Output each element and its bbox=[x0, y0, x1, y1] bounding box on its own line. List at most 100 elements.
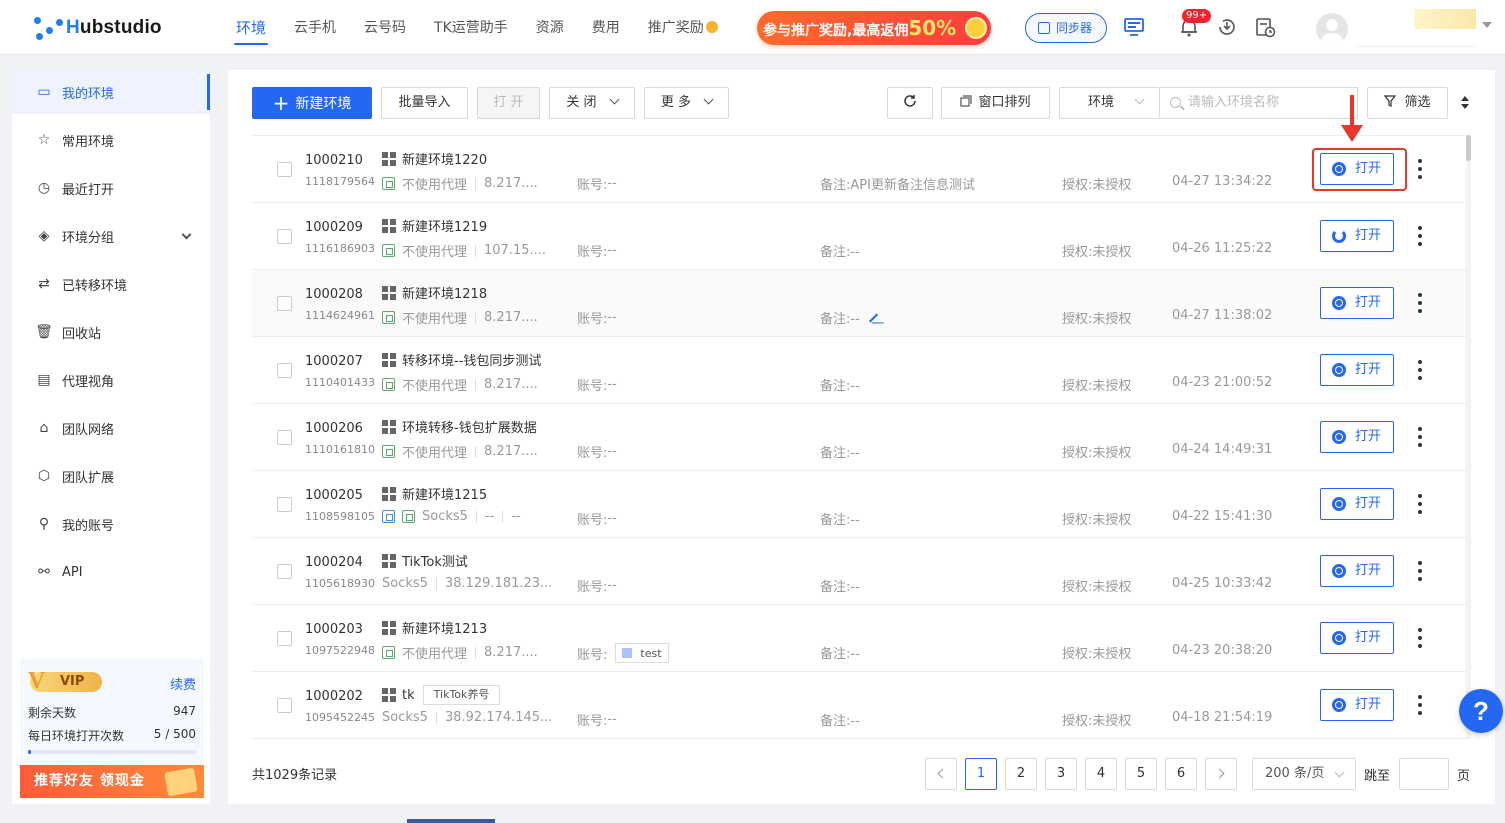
filter-button[interactable]: 筛选 bbox=[1367, 87, 1448, 119]
monitor-icon[interactable] bbox=[1123, 16, 1145, 38]
nav-tab-2[interactable]: 云号码 bbox=[350, 0, 420, 55]
list-scrollbar[interactable] bbox=[1466, 135, 1471, 739]
more-vertical-icon[interactable] bbox=[1418, 561, 1422, 581]
sidebar-item-3[interactable]: ◈ 环境分组 bbox=[12, 214, 210, 258]
more-vertical-icon[interactable] bbox=[1418, 226, 1422, 246]
env-name[interactable]: tk TikTok养号 bbox=[382, 685, 501, 705]
env-name-text: TikTok测试 bbox=[402, 555, 468, 570]
sidebar-item-8[interactable]: ⬡ 团队扩展 bbox=[12, 454, 210, 498]
search-input[interactable]: 请输入环境名称 bbox=[1160, 87, 1358, 119]
sidebar-item-1[interactable]: ☆ 常用环境 bbox=[12, 118, 210, 162]
sidebar-item-0[interactable]: ▭ 我的环境 bbox=[12, 70, 210, 114]
batch-import-button[interactable]: 批量导入 bbox=[381, 87, 468, 119]
more-vertical-icon[interactable] bbox=[1418, 360, 1422, 380]
account-tag[interactable]: test bbox=[615, 643, 669, 663]
user-avatar[interactable] bbox=[1316, 13, 1348, 45]
history-log-icon[interactable] bbox=[1254, 16, 1276, 38]
open-environment-button[interactable]: 打开 bbox=[1320, 287, 1394, 319]
open-selected-button[interactable]: 打 开 bbox=[477, 87, 540, 119]
row-checkbox[interactable] bbox=[277, 430, 292, 445]
env-name[interactable]: 环境转移-钱包扩展数据 bbox=[382, 417, 537, 436]
syncer-button[interactable]: 同步器 bbox=[1025, 13, 1107, 43]
env-name[interactable]: TikTok测试 bbox=[382, 551, 468, 570]
sidebar-item-9[interactable]: ⚲ 我的账号 bbox=[12, 502, 210, 546]
jump-page-input[interactable] bbox=[1399, 758, 1449, 790]
nav-tab-0[interactable]: 环境 bbox=[222, 0, 280, 55]
page-button-6[interactable]: 6 bbox=[1165, 758, 1197, 790]
row-checkbox[interactable] bbox=[277, 162, 292, 177]
user-name-redacted[interactable] bbox=[1414, 9, 1476, 29]
inbox-icon: ▭ bbox=[37, 84, 51, 100]
close-dropdown-button[interactable]: 关 闭 bbox=[549, 87, 635, 119]
open-environment-button[interactable]: 打开 bbox=[1320, 555, 1394, 587]
sidebar-item-4[interactable]: ⇄ 已转移环境 bbox=[12, 262, 210, 306]
env-name[interactable]: 新建环境1215 bbox=[382, 484, 487, 503]
env-name[interactable]: 转移环境--钱包同步测试 bbox=[382, 350, 541, 369]
nav-tab-3[interactable]: TK运营助手 bbox=[420, 0, 522, 55]
proxy-type: 不使用代理 bbox=[402, 245, 468, 260]
env-name[interactable]: 新建环境1213 bbox=[382, 618, 487, 637]
sidebar-item-2[interactable]: ◷ 最近打开 bbox=[12, 166, 210, 210]
more-vertical-icon[interactable] bbox=[1418, 628, 1422, 648]
proxy-type-icon bbox=[382, 646, 395, 659]
row-checkbox[interactable] bbox=[277, 564, 292, 579]
sidebar-item-6[interactable]: ▤ 代理视角 bbox=[12, 358, 210, 402]
sort-icon[interactable] bbox=[1461, 96, 1469, 110]
sidebar-item-10[interactable]: ⚯ API bbox=[12, 550, 210, 594]
nav-tab-5[interactable]: 费用 bbox=[578, 0, 634, 55]
next-page-button[interactable] bbox=[1205, 758, 1237, 790]
more-dropdown-button[interactable]: 更 多 bbox=[644, 87, 729, 119]
promo-banner[interactable]: 参与推广奖励,最高返佣50% bbox=[757, 11, 991, 45]
chevron-down-icon[interactable] bbox=[181, 229, 192, 240]
more-vertical-icon[interactable] bbox=[1418, 159, 1422, 179]
more-vertical-icon[interactable] bbox=[1418, 494, 1422, 514]
filter-icon bbox=[1384, 95, 1397, 107]
open-environment-button[interactable]: 打开 bbox=[1320, 622, 1394, 654]
more-vertical-icon[interactable] bbox=[1418, 695, 1422, 715]
page-size-select[interactable]: 200 条/页 bbox=[1252, 758, 1356, 790]
open-environment-button[interactable]: 打开 bbox=[1320, 421, 1394, 453]
help-button[interactable]: ? bbox=[1459, 689, 1503, 733]
sidebar-item-5[interactable]: 🗑 回收站 bbox=[12, 310, 210, 354]
row-checkbox[interactable] bbox=[277, 698, 292, 713]
open-environment-button[interactable]: 打开 bbox=[1320, 488, 1394, 520]
env-name[interactable]: 新建环境1219 bbox=[382, 216, 487, 235]
nav-tab-4[interactable]: 资源 bbox=[522, 0, 578, 55]
pencil-icon[interactable] bbox=[868, 312, 878, 323]
download-refresh-icon[interactable] bbox=[1216, 16, 1238, 38]
hubstudio-logo[interactable]: Hubstudio bbox=[34, 14, 162, 42]
refresh-button[interactable] bbox=[887, 87, 933, 119]
page-button-1[interactable]: 1 bbox=[965, 758, 997, 790]
open-environment-button[interactable]: 打开 bbox=[1320, 689, 1394, 721]
page-button-2[interactable]: 2 bbox=[1005, 758, 1037, 790]
prev-page-button[interactable] bbox=[925, 758, 957, 790]
page-button-4[interactable]: 4 bbox=[1085, 758, 1117, 790]
chrome-icon bbox=[1332, 564, 1346, 578]
open-environment-button[interactable]: 打开 bbox=[1320, 220, 1394, 252]
row-checkbox[interactable] bbox=[277, 631, 292, 646]
account-info: 账号: -- bbox=[577, 241, 617, 260]
row-checkbox[interactable] bbox=[277, 363, 292, 378]
more-vertical-icon[interactable] bbox=[1418, 427, 1422, 447]
search-scope-select[interactable]: 环境 bbox=[1059, 87, 1160, 119]
row-checkbox[interactable] bbox=[277, 229, 292, 244]
open-label: 打开 bbox=[1355, 697, 1382, 712]
env-name[interactable]: 新建环境1218 bbox=[382, 283, 487, 302]
row-checkbox[interactable] bbox=[277, 497, 292, 512]
refer-friend-banner[interactable]: 推荐好友 领现金 bbox=[20, 765, 204, 798]
nav-tab-6[interactable]: 推广奖励 bbox=[634, 0, 732, 55]
open-environment-button[interactable]: 打开 bbox=[1320, 354, 1394, 386]
more-vertical-icon[interactable] bbox=[1418, 293, 1422, 313]
chevron-down-icon bbox=[609, 94, 620, 105]
window-arrange-button[interactable]: 窗口排列 bbox=[941, 87, 1050, 119]
env-name[interactable]: 新建环境1220 bbox=[382, 149, 487, 168]
sidebar-item-7[interactable]: ⌂ 团队网络 bbox=[12, 406, 210, 450]
nav-tab-1[interactable]: 云手机 bbox=[280, 0, 350, 55]
renew-link[interactable]: 续费 bbox=[170, 674, 196, 693]
user-menu-caret-icon[interactable] bbox=[1482, 22, 1492, 28]
row-checkbox[interactable] bbox=[277, 296, 292, 311]
nav-tab-label: 云号码 bbox=[364, 20, 407, 36]
new-environment-button[interactable]: + 新建环境 bbox=[252, 87, 372, 119]
page-button-3[interactable]: 3 bbox=[1045, 758, 1077, 790]
page-button-5[interactable]: 5 bbox=[1125, 758, 1157, 790]
